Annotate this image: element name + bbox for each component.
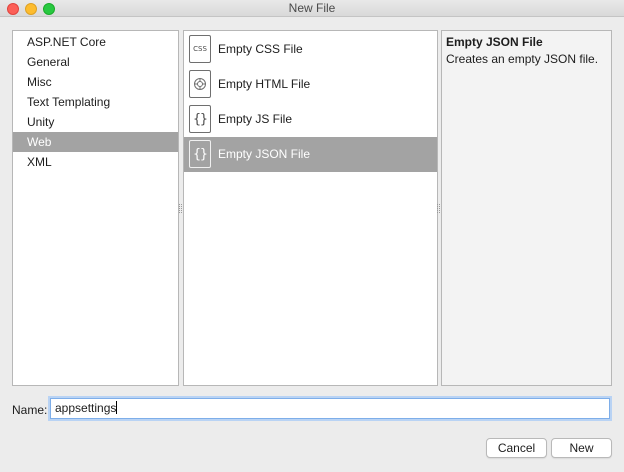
name-input[interactable]: appsettings	[50, 398, 610, 419]
cancel-button[interactable]: Cancel	[486, 438, 547, 458]
template-item-empty-css-file[interactable]: CSS Empty CSS File	[184, 32, 437, 67]
template-details-panel: Empty JSON File Creates an empty JSON fi…	[441, 30, 612, 386]
template-label: Empty HTML File	[218, 77, 311, 91]
template-list: CSS Empty CSS File Empty HTML File {} Em…	[183, 30, 438, 386]
window-title: New File	[288, 1, 336, 15]
template-item-empty-js-file[interactable]: {} Empty JS File	[184, 102, 437, 137]
category-item-general[interactable]: General	[13, 52, 178, 72]
splitter-handle-left[interactable]	[179, 204, 182, 213]
splitter-handle-right[interactable]	[437, 204, 440, 213]
new-button[interactable]: New	[551, 438, 612, 458]
title-bar: New File	[0, 0, 624, 17]
category-item-web[interactable]: Web	[13, 132, 178, 152]
template-label: Empty CSS File	[218, 42, 303, 56]
template-item-empty-json-file[interactable]: {} Empty JSON File	[184, 137, 437, 172]
html-file-icon	[189, 70, 211, 98]
text-caret	[116, 401, 118, 414]
name-input-value: appsettings	[55, 401, 117, 415]
template-label: Empty JSON File	[218, 147, 311, 161]
category-item-text-templating[interactable]: Text Templating	[13, 92, 178, 112]
details-description: Creates an empty JSON file.	[446, 52, 599, 66]
category-item-unity[interactable]: Unity	[13, 112, 178, 132]
template-label: Empty JS File	[218, 112, 293, 126]
template-item-empty-html-file[interactable]: Empty HTML File	[184, 67, 437, 102]
category-item-misc[interactable]: Misc	[13, 72, 178, 92]
category-list: ASP.NET Core General Misc Text Templatin…	[12, 30, 179, 386]
category-item-xml[interactable]: XML	[13, 152, 178, 172]
js-file-icon: {}	[189, 105, 211, 133]
details-title: Empty JSON File	[446, 35, 543, 49]
category-item-aspnet-core[interactable]: ASP.NET Core	[13, 32, 178, 52]
name-label: Name:	[12, 403, 48, 417]
css-file-icon: CSS	[189, 35, 211, 63]
json-file-icon: {}	[189, 140, 211, 168]
